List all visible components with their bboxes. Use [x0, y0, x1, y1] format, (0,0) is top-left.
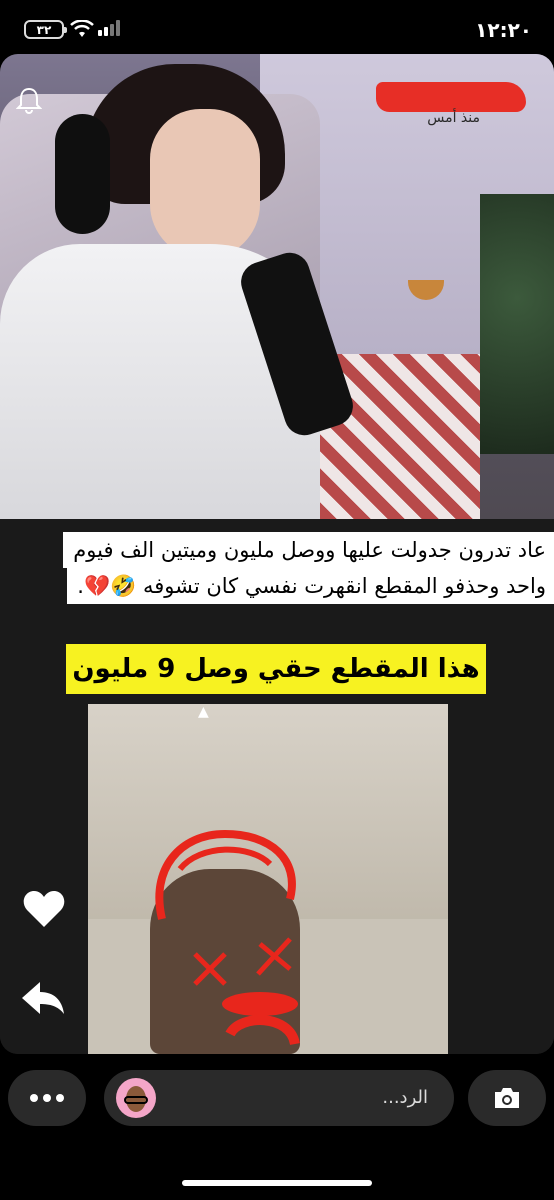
signal-icon [98, 20, 120, 36]
battery-level: ٣٢ [36, 22, 52, 37]
avatar [116, 1078, 156, 1118]
camera-button[interactable] [468, 1070, 546, 1126]
highlight-caption: هذا المقطع حقي وصل 9 مليون [66, 644, 486, 694]
sender-name-redacted[interactable] [376, 82, 526, 112]
bell-icon[interactable] [16, 86, 42, 114]
status-bar: ٣٢ ١٢:٢٠ [0, 0, 554, 58]
camera-icon [495, 1088, 519, 1108]
clock: ١٢:٢٠ [475, 18, 532, 42]
cursor-icon: ▲ [198, 704, 209, 720]
battery-icon: ٣٢ [24, 20, 67, 39]
reply-input[interactable]: الرد... [104, 1070, 454, 1126]
wifi-icon [70, 20, 94, 37]
story-viewer[interactable]: منذ أمس عاد تدرون جدولت عليها ووصل مليون… [0, 54, 554, 1054]
reply-placeholder: الرد... [382, 1087, 428, 1108]
home-indicator[interactable] [182, 1180, 372, 1186]
heart-icon[interactable] [22, 889, 66, 929]
caption-line-2: واحد وحذفو المقطع انقهرت نفسي كان تشوفه … [67, 568, 554, 604]
face-scribble [155, 829, 300, 1046]
caption-line-1: عاد تدرون جدولت عليها ووصل مليون وميتين … [63, 532, 554, 568]
sender-time: منذ أمس [427, 110, 480, 126]
more-options-button[interactable] [8, 1070, 86, 1126]
reply-icon[interactable] [20, 978, 66, 1018]
